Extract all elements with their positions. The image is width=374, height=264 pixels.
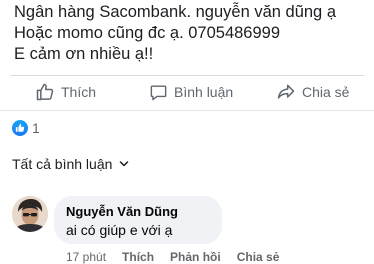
comment-time: 17 phút: [66, 250, 107, 264]
chevron-down-icon: [120, 161, 129, 167]
post-body: Ngân hàng Sacombank. nguyễn văn dũng ạ H…: [14, 2, 370, 65]
comment-author[interactable]: Nguyễn Văn Dũng: [66, 204, 178, 219]
all-comments-filter[interactable]: Tất cả bình luận: [12, 156, 130, 172]
reactions-summary[interactable]: 1: [12, 120, 40, 136]
speech-bubble-icon: [150, 84, 167, 100]
share-button[interactable]: Chia sẻ: [276, 78, 349, 106]
comment-bubble: Nguyễn Văn Dũng ai có giúp e với ạ: [54, 196, 222, 244]
comment-button[interactable]: Bình luận: [149, 78, 233, 106]
like-button[interactable]: Thích: [35, 78, 96, 106]
divider: [10, 75, 364, 76]
like-reaction-icon: [12, 120, 28, 136]
comment-label: Bình luận: [174, 84, 234, 100]
comment-like-button[interactable]: Thích: [122, 250, 154, 264]
post-line: Ngân hàng Sacombank. nguyễn văn dũng ạ: [14, 3, 336, 21]
post-line: E cảm ơn nhiều ạ!!: [14, 45, 154, 63]
post-actions: Thích Bình luận Chia sẻ: [0, 78, 374, 106]
share-label: Chia sẻ: [302, 84, 350, 100]
reaction-count: 1: [32, 120, 40, 136]
like-label: Thích: [61, 84, 97, 100]
comment-text: ai có giúp e với ạ: [66, 222, 173, 238]
comment-share-button[interactable]: Chia sẻ: [237, 250, 280, 264]
thumbs-up-icon: [36, 83, 54, 101]
avatar[interactable]: [12, 196, 48, 232]
divider: [0, 110, 374, 111]
post-line: Hoặc momo cũng đc ạ. 0705486999: [14, 24, 281, 42]
all-comments-label: Tất cả bình luận: [12, 156, 113, 172]
comment-actions: 17 phút Thích Phản hồi Chia sẻ: [66, 250, 279, 264]
comment-reply-button[interactable]: Phản hồi: [170, 250, 221, 264]
share-arrow-icon: [277, 84, 295, 99]
